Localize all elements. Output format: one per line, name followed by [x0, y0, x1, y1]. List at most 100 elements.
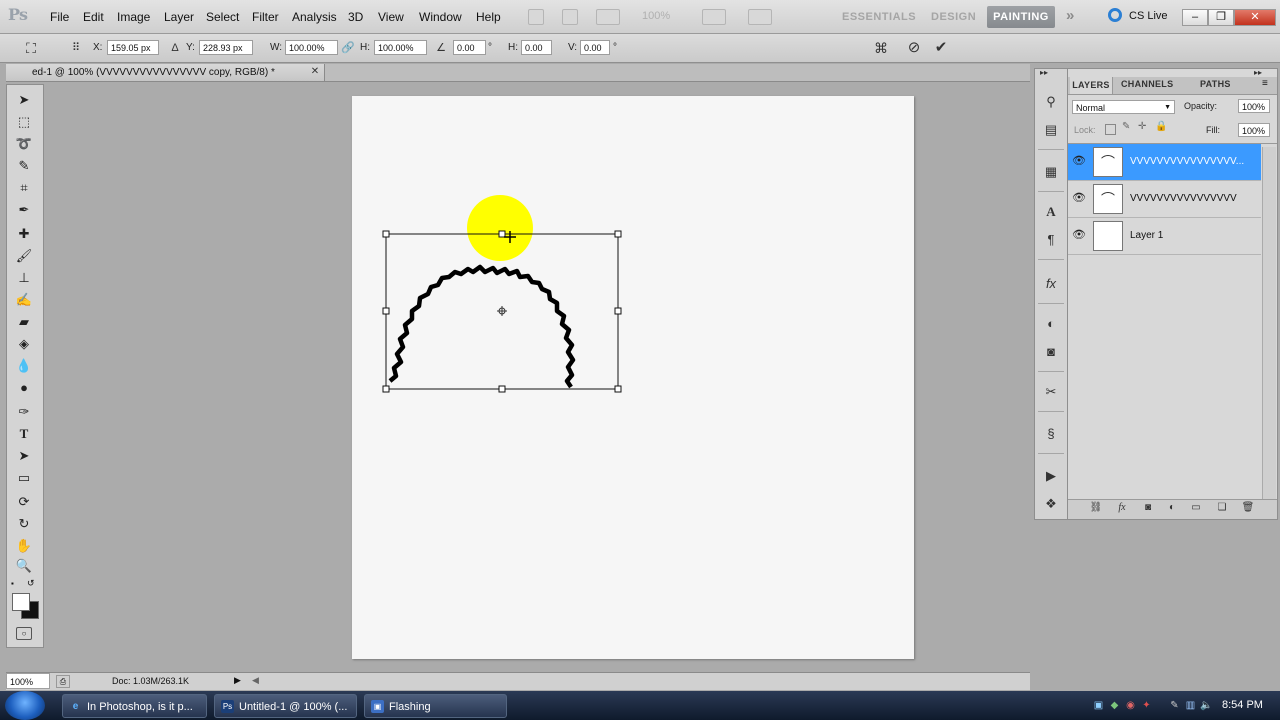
width-field[interactable]: 100.00%	[285, 40, 338, 55]
character-panel-icon[interactable]: A	[1042, 203, 1060, 221]
taskbar-item-flashing[interactable]: ▣ Flashing	[364, 694, 507, 718]
transform-handle[interactable]	[382, 385, 390, 393]
new-layer-icon[interactable]: ❏	[1214, 502, 1230, 516]
animation-panel-icon[interactable]: ▶	[1042, 467, 1060, 485]
restore-button[interactable]: ❐	[1208, 9, 1234, 26]
vskew-field[interactable]: 0.00	[580, 40, 610, 55]
mini-bridge-icon[interactable]	[562, 9, 578, 25]
clock[interactable]: 8:54 PM	[1222, 699, 1263, 711]
menu-3d[interactable]: 3D	[348, 10, 363, 24]
link-layers-icon[interactable]: ⛓	[1088, 502, 1104, 516]
clone-source-panel-icon[interactable]: §	[1042, 425, 1060, 443]
history-panel-icon[interactable]: ⚲	[1042, 93, 1060, 111]
view-extras-icon[interactable]	[596, 9, 620, 25]
default-colors-icon[interactable]: ▪	[11, 579, 19, 588]
add-layer-style-icon[interactable]: fx	[1114, 502, 1130, 516]
zoom-field[interactable]: 100%	[6, 673, 50, 689]
transform-handle[interactable]	[498, 385, 506, 393]
blend-mode-dropdown[interactable]: Normal ▼	[1072, 100, 1175, 114]
brush-tool-icon[interactable]: 🖌	[13, 247, 35, 265]
move-tool-icon[interactable]: ➤	[13, 91, 35, 109]
tray-icon[interactable]: ✦	[1140, 699, 1153, 712]
tab-channels[interactable]: CHANNELS	[1121, 79, 1173, 89]
transform-handle[interactable]	[614, 230, 622, 238]
height-field[interactable]: 100.00%	[374, 40, 427, 55]
3d-orbit-tool-icon[interactable]: ↻	[13, 515, 35, 533]
pen-tool-icon[interactable]: ✑	[13, 403, 35, 421]
new-group-icon[interactable]: ▭	[1188, 502, 1204, 516]
lock-position-icon[interactable]: ✛	[1138, 121, 1146, 132]
fill-field[interactable]: 100%	[1238, 123, 1270, 137]
menu-image[interactable]: Image	[117, 10, 150, 24]
status-info-icon[interactable]: ⎙	[56, 675, 70, 688]
workspace-essentials[interactable]: ESSENTIALS	[842, 11, 916, 23]
cs-live-button[interactable]: CS Live	[1129, 10, 1168, 22]
taskbar-item-photoshop[interactable]: Ps Untitled-1 @ 100% (...	[214, 694, 357, 718]
menu-window[interactable]: Window	[419, 10, 462, 24]
actions-panel-icon[interactable]: ▤	[1042, 121, 1060, 139]
tray-icon[interactable]: ◆	[1108, 699, 1121, 712]
bridge-icon[interactable]	[528, 9, 544, 25]
screen-mode-icon[interactable]	[748, 9, 772, 25]
paragraph-panel-icon[interactable]: ¶	[1042, 231, 1060, 249]
menu-edit[interactable]: Edit	[83, 10, 104, 24]
layer-row[interactable]: 👁 ⌒ VVVVVVVVVVVVVVVV...	[1068, 144, 1261, 181]
document-tab[interactable]: ed-1 @ 100% (VVVVVVVVVVVVVVVV copy, RGB/…	[6, 64, 325, 81]
transform-handle[interactable]	[382, 230, 390, 238]
marquee-tool-icon[interactable]: ⬚	[13, 113, 35, 131]
healing-brush-tool-icon[interactable]: ✚	[13, 225, 35, 243]
menu-select[interactable]: Select	[206, 10, 239, 24]
dodge-tool-icon[interactable]: ●	[13, 379, 35, 397]
brush-presets-panel-icon[interactable]: ✂	[1042, 383, 1060, 401]
3d-panel-icon[interactable]: ❖	[1042, 495, 1060, 513]
visibility-eye-icon[interactable]: 👁	[1072, 154, 1086, 168]
scroll-left-icon[interactable]: ◀	[252, 675, 259, 686]
foreground-color-swatch[interactable]	[12, 593, 30, 611]
panel-menu-icon[interactable]: ≡	[1262, 78, 1268, 89]
transform-handle[interactable]	[614, 307, 622, 315]
eraser-tool-icon[interactable]: ▰	[13, 313, 35, 331]
layer-row[interactable]: 👁 Layer 1	[1068, 218, 1261, 255]
x-field[interactable]: 159.05 px	[107, 40, 159, 55]
document-close-icon[interactable]: ✕	[310, 66, 320, 78]
history-brush-tool-icon[interactable]: ✍	[13, 291, 35, 309]
3d-rotate-tool-icon[interactable]: ⟳	[13, 493, 35, 511]
warp-mode-icon[interactable]: ⌘	[872, 39, 890, 57]
link-icon[interactable]: 🔗	[339, 39, 357, 57]
clone-stamp-tool-icon[interactable]: ⊥	[13, 269, 35, 287]
adjustments-panel-icon[interactable]: ◐	[1042, 315, 1060, 333]
zoom-level-dim[interactable]: 100%	[642, 10, 670, 22]
expand-dock-icon[interactable]: ▸▸	[1040, 68, 1048, 77]
transform-handle[interactable]	[382, 307, 390, 315]
transform-handle[interactable]	[614, 385, 622, 393]
rotate-field[interactable]: 0.00	[453, 40, 486, 55]
tab-layers[interactable]: LAYERS	[1070, 77, 1113, 94]
add-mask-icon[interactable]: ◙	[1140, 502, 1156, 516]
path-selection-tool-icon[interactable]: ➤	[13, 447, 35, 465]
lasso-tool-icon[interactable]: ➰	[13, 135, 35, 153]
visibility-eye-icon[interactable]: 👁	[1072, 228, 1086, 242]
volume-icon[interactable]: 🔈	[1200, 699, 1213, 712]
eyedropper-tool-icon[interactable]: ✒	[13, 201, 35, 219]
tray-icon[interactable]: ✎	[1168, 699, 1181, 712]
navigator-panel-icon[interactable]: ▦	[1042, 163, 1060, 181]
shape-tool-icon[interactable]: ▭	[13, 469, 35, 487]
taskbar-item-browser[interactable]: e In Photoshop, is it p...	[62, 694, 207, 718]
y-field[interactable]: 228.93 px	[199, 40, 253, 55]
opacity-field[interactable]: 100%	[1238, 99, 1270, 113]
menu-analysis[interactable]: Analysis	[292, 10, 337, 24]
start-button[interactable]	[5, 691, 45, 720]
lock-transparent-icon[interactable]	[1105, 124, 1116, 135]
collapse-panel-icon[interactable]: ▸▸	[1254, 68, 1262, 77]
hand-tool-icon[interactable]: ✋	[13, 537, 35, 555]
menu-view[interactable]: View	[378, 10, 404, 24]
new-adjustment-layer-icon[interactable]: ◐	[1164, 502, 1180, 516]
quick-mask-icon[interactable]: ○	[16, 627, 32, 640]
delete-layer-icon[interactable]: 🗑	[1240, 502, 1256, 516]
zoom-tool-icon[interactable]: 🔍	[13, 557, 35, 575]
close-button[interactable]: ✕	[1234, 9, 1276, 26]
hskew-field[interactable]: 0.00	[521, 40, 552, 55]
layers-scrollbar[interactable]	[1262, 147, 1276, 507]
quick-selection-tool-icon[interactable]: ✎	[13, 157, 35, 175]
relative-positioning-icon[interactable]: Δ	[166, 39, 184, 57]
